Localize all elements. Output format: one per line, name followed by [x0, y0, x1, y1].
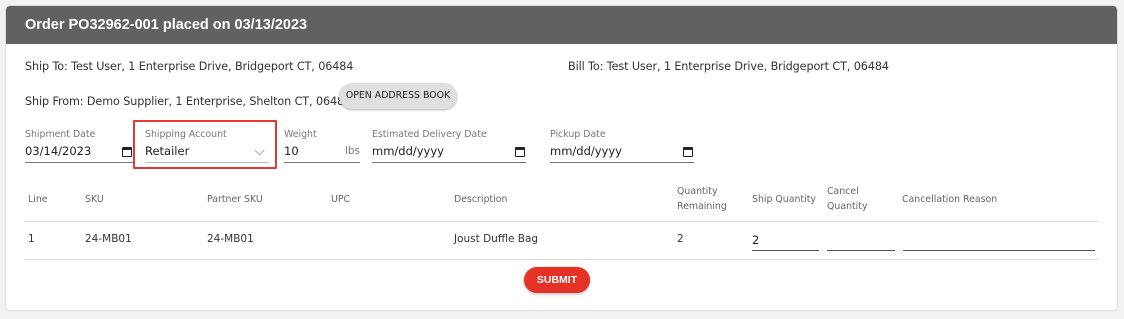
col-cancellation-reason: Cancellation Reason — [902, 194, 998, 205]
shipping-account-value: Retailer — [145, 144, 190, 158]
shipping-account-label: Shipping Account — [145, 129, 227, 140]
calendar-icon[interactable] — [515, 147, 525, 157]
pickup-date-input[interactable]: mm/dd/yyyy — [550, 144, 694, 163]
shipment-date-label: Shipment Date — [25, 129, 96, 140]
pickup-date-label: Pickup Date — [550, 129, 606, 140]
col-cancel-quantity-line1: Cancel — [827, 186, 859, 197]
col-quantity-remaining: Quantity Remaining — [677, 184, 727, 214]
weight-value: 10 — [284, 144, 299, 158]
row-partner-sku: 24-MB01 — [207, 233, 254, 245]
cancellation-reason-underline — [903, 250, 1095, 251]
row-description: Joust Duffle Bag — [454, 233, 539, 245]
weight-input[interactable]: 10 lbs — [284, 144, 360, 163]
order-title: Order PO32962-001 placed on 03/13/2023 — [6, 6, 1117, 44]
ship-quantity-underline — [752, 250, 819, 251]
ship-quantity-input[interactable]: 2 — [752, 232, 819, 251]
table-header-divider — [24, 221, 1099, 222]
ship-quantity-value: 2 — [752, 233, 760, 247]
chevron-down-icon[interactable] — [254, 145, 265, 156]
col-cancel-quantity-line2: Quantity — [827, 201, 868, 212]
calendar-icon[interactable] — [122, 147, 132, 157]
col-quantity-remaining-line1: Quantity — [677, 186, 718, 197]
estimated-delivery-value: mm/dd/yyyy — [372, 144, 444, 158]
weight-unit: lbs — [344, 145, 360, 157]
col-cancel-quantity: Cancel Quantity — [827, 184, 868, 214]
ship-from-text: Ship From: Demo Supplier, 1 Enterprise, … — [25, 95, 352, 108]
open-address-book-button[interactable]: OPEN ADDRESS BOOK — [339, 83, 457, 109]
shipment-date-input[interactable]: 03/14/2023 — [25, 144, 133, 163]
shipping-account-select[interactable]: Retailer — [145, 144, 269, 163]
cancel-quantity-input[interactable] — [827, 232, 895, 251]
table-row-divider — [24, 259, 1099, 260]
estimated-delivery-label: Estimated Delivery Date — [372, 129, 487, 140]
shipment-date-value: 03/14/2023 — [25, 144, 92, 158]
bill-to-text: Bill To: Test User, 1 Enterprise Drive, … — [568, 60, 889, 73]
col-quantity-remaining-line2: Remaining — [677, 201, 727, 212]
submit-button[interactable]: SUBMIT — [524, 267, 590, 293]
cancellation-reason-input[interactable] — [903, 232, 1095, 251]
pickup-date-value: mm/dd/yyyy — [550, 144, 622, 158]
row-sku: 24-MB01 — [85, 233, 132, 245]
col-ship-quantity: Ship Quantity — [752, 194, 816, 205]
col-upc: UPC — [331, 194, 351, 205]
col-line: Line — [28, 194, 48, 205]
col-description: Description — [454, 194, 508, 205]
weight-label: Weight — [284, 129, 317, 140]
row-quantity-remaining: 2 — [677, 233, 684, 245]
cancel-quantity-underline — [827, 250, 895, 251]
row-line: 1 — [28, 233, 35, 245]
calendar-icon[interactable] — [683, 147, 693, 157]
estimated-delivery-input[interactable]: mm/dd/yyyy — [372, 144, 526, 163]
col-sku: SKU — [85, 194, 104, 205]
ship-to-text: Ship To: Test User, 1 Enterprise Drive, … — [25, 60, 354, 73]
col-partner-sku: Partner SKU — [207, 194, 263, 205]
